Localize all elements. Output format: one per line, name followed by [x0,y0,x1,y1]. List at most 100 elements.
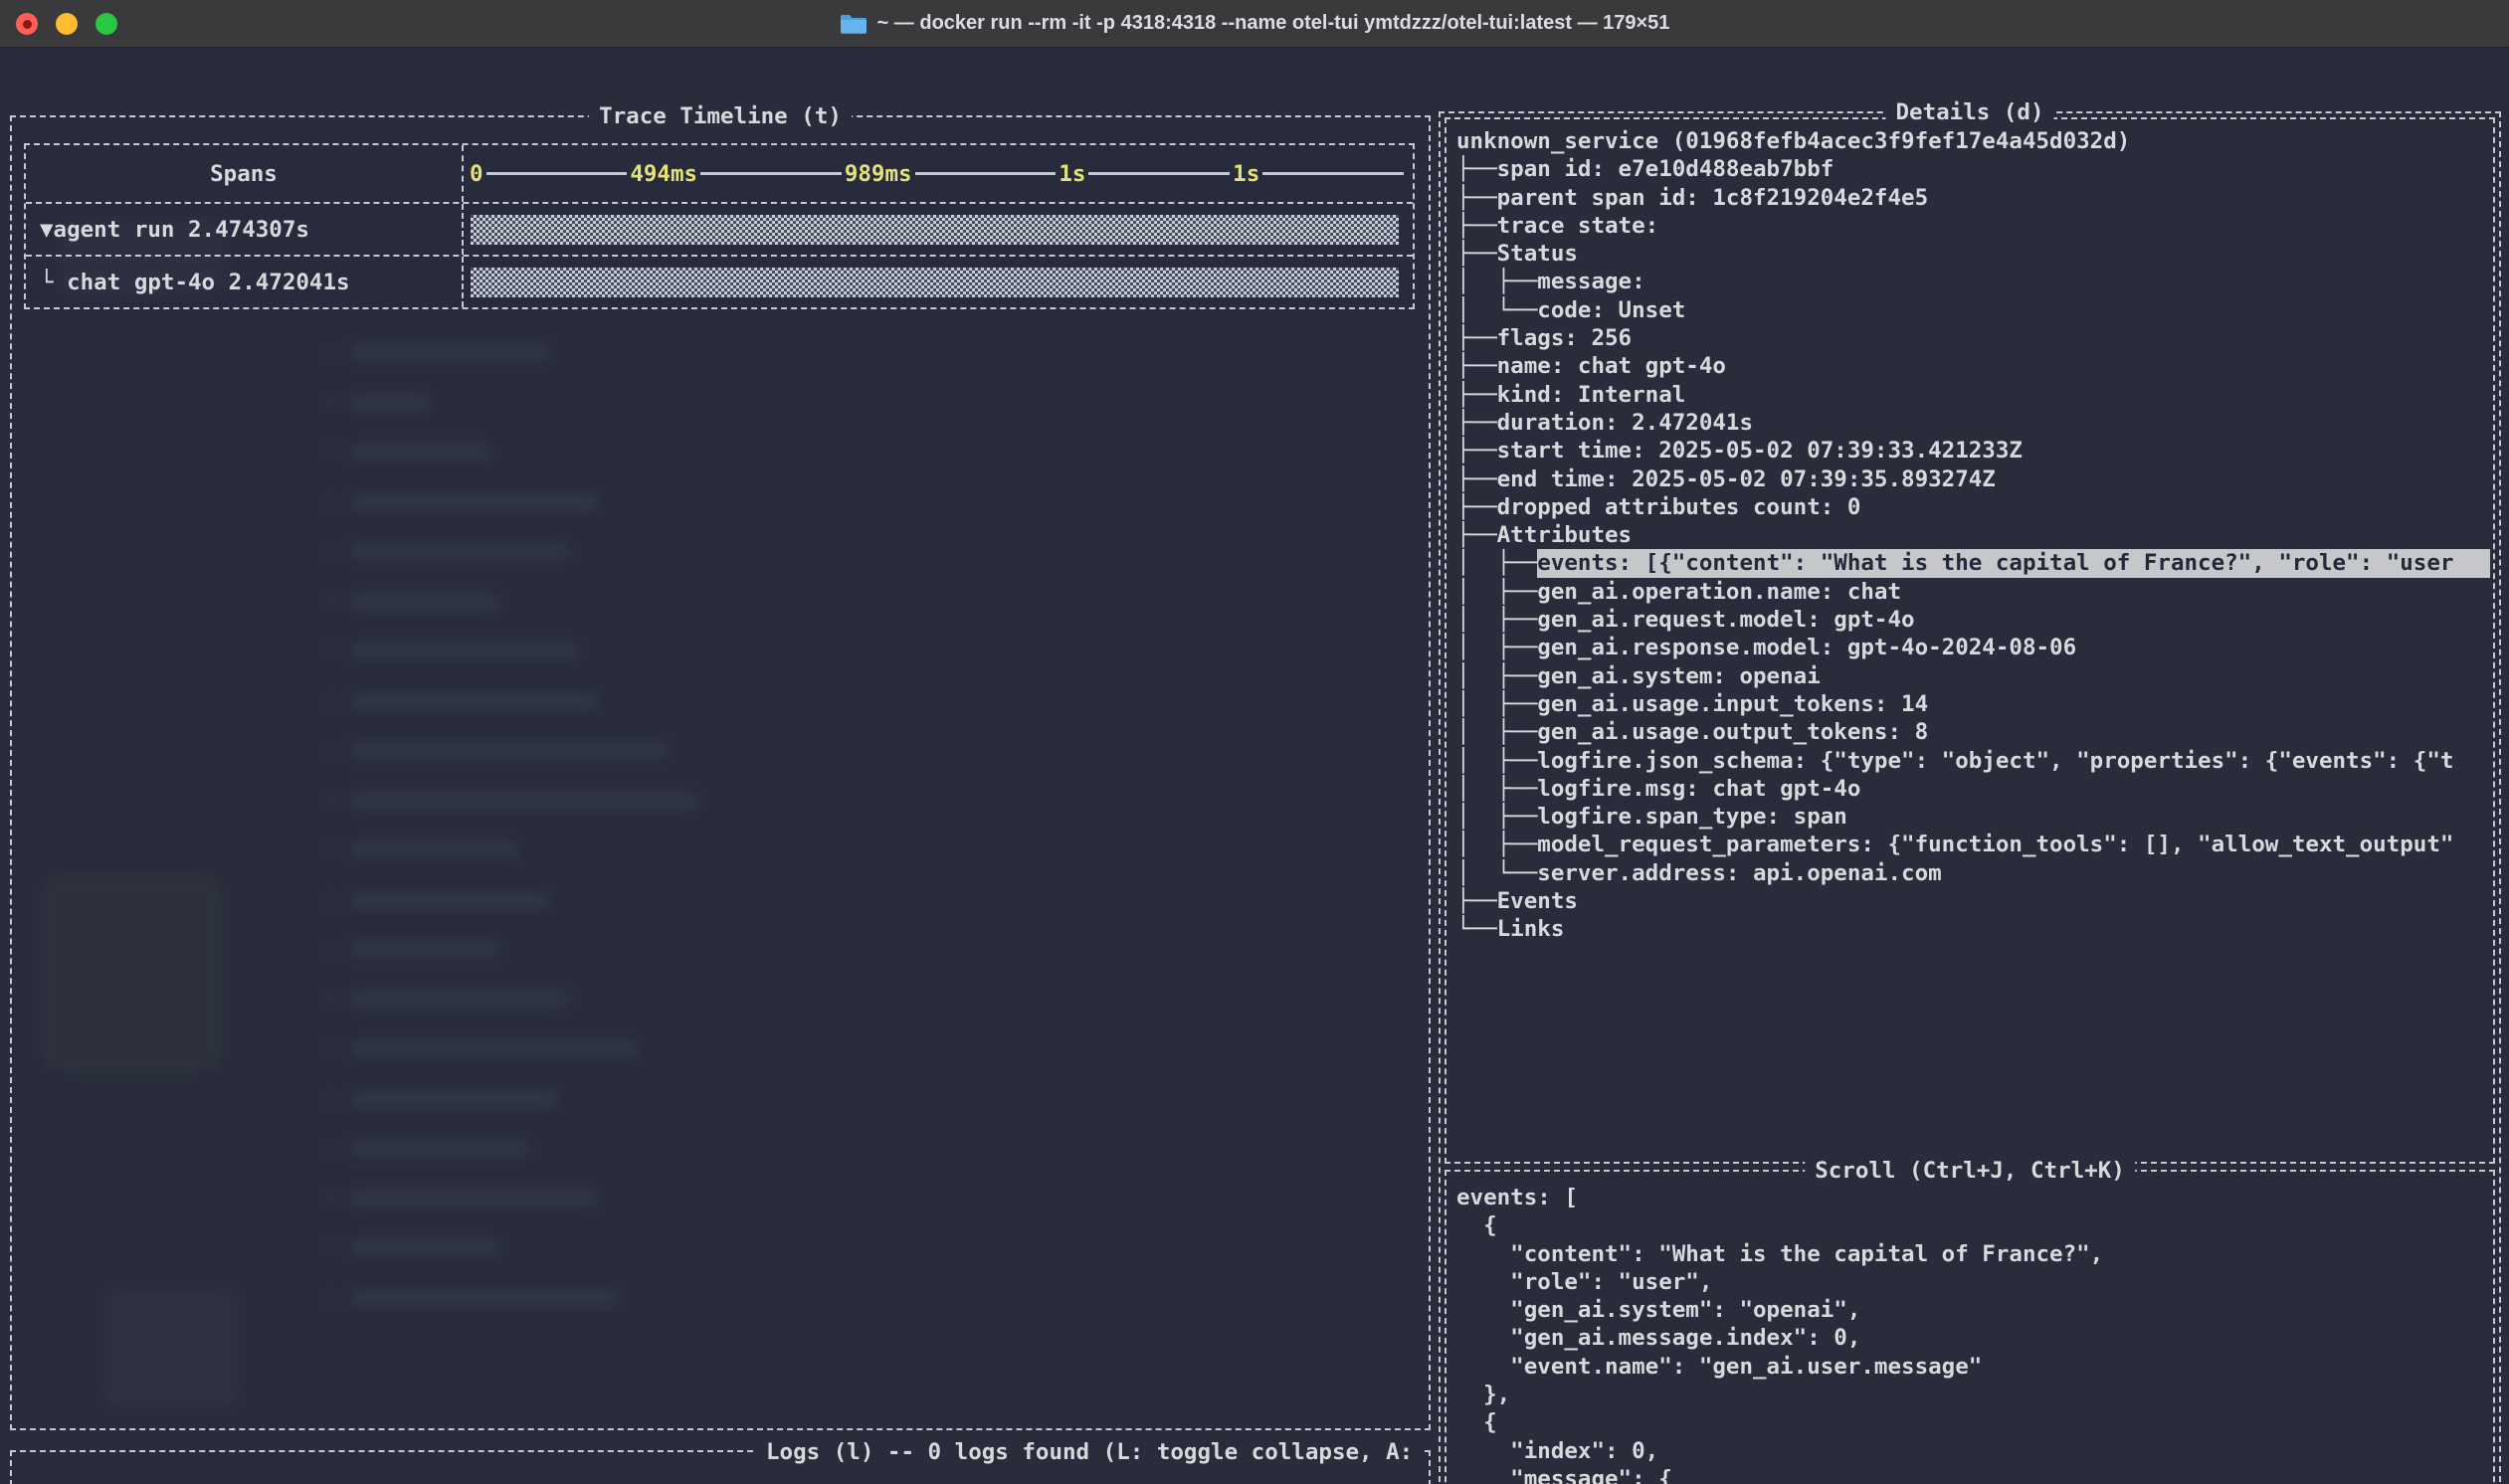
tree-item-text: │ ├──message: [1456,268,1658,295]
scroll-content[interactable]: events: [ { "content": "What is the capi… [1456,1184,2489,1484]
close-dot-icon [23,20,32,29]
tree-item-text: │ ├──gen_ai.usage.output_tokens: 8 [1456,718,1928,746]
tree-item[interactable]: ├──Status [1456,240,2490,268]
json-line: }, [1456,1381,2489,1408]
tree-item[interactable]: │ ├──gen_ai.operation.name: chat [1456,578,2490,606]
tree-item[interactable]: ├──start time: 2025-05-02 07:39:33.42123… [1456,437,2490,464]
tree-item[interactable]: ├──end time: 2025-05-02 07:39:35.893274Z [1456,465,2490,493]
tree-item-text: ├──trace state: [1456,212,1672,240]
timeline-axis: 0494ms989ms1s1s [464,145,1413,202]
tree-item-text: ├──name: chat gpt-4o [1456,352,1726,380]
axis-line [915,172,1057,175]
span-rows: ▼agent run 2.474307s └ chat gpt-4o 2.472… [26,202,1413,307]
tree-item[interactable]: ├──Events [1456,887,2490,915]
tree-item[interactable]: │ ├──logfire.span_type: span [1456,803,2490,831]
tree-item[interactable]: │ ├──model_request_parameters: {"functio… [1456,831,2490,858]
axis-line [700,172,842,175]
json-line: events: [ [1456,1184,2489,1211]
tree-item[interactable]: ├──span id: e7e10d488eab7bbf [1456,155,2490,183]
tree-item-text: └──Links [1456,915,1564,943]
tree-item[interactable]: ├──dropped attributes count: 0 [1456,493,2490,521]
tree-item-text: events: [{"content": "What is the capita… [1537,549,2490,577]
minimize-button[interactable] [56,13,78,35]
spans-table-header: Spans 0494ms989ms1s1s [26,145,1413,202]
tree-item[interactable]: │ ├──logfire.msg: chat gpt-4o [1456,775,2490,803]
tree-item[interactable]: │ ├──gen_ai.usage.input_tokens: 14 [1456,690,2490,718]
tree-item-text: │ ├──gen_ai.usage.input_tokens: 14 [1456,690,1928,718]
tree-item-text: │ └──server.address: api.openai.com [1456,859,1942,887]
tree-item[interactable]: │ ├──message: [1456,268,2490,295]
scroll-panel[interactable]: Scroll (Ctrl+J, Ctrl+K) events: [ { "con… [1445,1170,2495,1484]
tree-item[interactable]: ├──flags: 256 [1456,324,2490,352]
tree-branch-glyph: │ ├── [1456,549,1537,577]
tree-item-text: ├──Events [1456,887,1578,915]
tree-item[interactable]: │ └──server.address: api.openai.com [1456,859,2490,887]
details-title: Details (d) [1885,97,2053,127]
tree-item-text: ├──parent span id: 1c8f219204e2f4e5 [1456,184,1928,212]
trace-timeline-panel: Trace Timeline (t) Spans 0494ms989ms1s1s… [10,115,1431,1430]
span-row[interactable]: └ chat gpt-4o 2.472041s [26,255,1413,307]
tree-item-text: ├──kind: Internal [1456,381,1685,409]
json-line: "gen_ai.message.index": 0, [1456,1324,2489,1352]
tree-item-text: │ ├──gen_ai.response.model: gpt-4o-2024-… [1456,634,2076,661]
spans-table: Spans 0494ms989ms1s1s ▼agent run 2.47430… [24,143,1415,309]
tree-item-text: ├──duration: 2.472041s [1456,409,1753,437]
folder-icon [840,13,868,35]
details-tree: unknown_service (01968fefb4acec3f9fef17e… [1456,127,2490,1158]
span-label[interactable]: └ chat gpt-4o 2.472041s [26,257,464,307]
tree-item-text: │ ├──logfire.span_type: span [1456,803,1847,831]
tree-item[interactable]: │ ├──gen_ai.request.model: gpt-4o [1456,606,2490,634]
tree-item[interactable]: ├──trace state: [1456,212,2490,240]
tree-item-text: unknown_service (01968fefb4acec3f9fef17e… [1456,127,2130,155]
tree-item-text: ├──dropped attributes count: 0 [1456,493,1860,521]
tree-item-text: │ ├──gen_ai.request.model: gpt-4o [1456,606,1915,634]
tree-item-text: │ ├──logfire.msg: chat gpt-4o [1456,775,1860,803]
json-line: "role": "user", [1456,1268,2489,1296]
tree-item-text: │ ├──gen_ai.operation.name: chat [1456,578,1901,606]
axis-line [1262,172,1404,175]
span-duration-bar [471,268,1399,297]
tree-item-text: │ ├──gen_ai.system: openai [1456,662,1821,690]
axis-tick-label: 0 [470,161,483,187]
tree-item[interactable]: ├──parent span id: 1c8f219204e2f4e5 [1456,184,2490,212]
tree-item[interactable]: └──Links [1456,915,2490,943]
tree-item[interactable]: ├──duration: 2.472041s [1456,409,2490,437]
axis-tick-label: 1s [1059,161,1085,187]
details-tree-panel: unknown_service (01968fefb4acec3f9fef17e… [1445,117,2495,1164]
tree-item-text: ├──end time: 2025-05-02 07:39:35.893274Z [1456,465,1996,493]
traffic-lights [16,0,117,48]
tree-item[interactable]: ├──Attributes [1456,521,2490,549]
tree-item-text: ├──flags: 256 [1456,324,1632,352]
span-row[interactable]: ▼agent run 2.474307s [26,202,1413,255]
logs-panel[interactable]: Logs (l) -- 0 logs found (L: toggle coll… [10,1450,1431,1484]
tree-item-text: │ ├──model_request_parameters: {"functio… [1456,831,2453,858]
tree-item[interactable]: │ └──code: Unset [1456,296,2490,324]
json-line: "content": "What is the capital of Franc… [1456,1240,2489,1268]
json-line: "index": 0, [1456,1437,2489,1465]
tree-item[interactable]: │ ├──gen_ai.usage.output_tokens: 8 [1456,718,2490,746]
tree-item[interactable]: │ ├──gen_ai.response.model: gpt-4o-2024-… [1456,634,2490,661]
fullscreen-button[interactable] [96,13,117,35]
axis-line [1088,172,1230,175]
tree-item-text: ├──start time: 2025-05-02 07:39:33.42123… [1456,437,2023,464]
tree-item[interactable]: ├──name: chat gpt-4o [1456,352,2490,380]
terminal-content: Trace Timeline (t) Spans 0494ms989ms1s1s… [0,48,2509,1484]
json-line: "message": { [1456,1465,2489,1484]
tree-item[interactable]: │ ├──logfire.json_schema: {"type": "obje… [1456,747,2490,775]
spans-column-header: Spans [26,145,464,202]
logs-title: Logs (l) -- 0 logs found (L: toggle coll… [756,1437,1423,1467]
axis-tick-label: 494ms [630,161,697,187]
tree-item[interactable]: │ ├──events: [{"content": "What is the c… [1456,549,2490,577]
tree-item[interactable]: ├──kind: Internal [1456,381,2490,409]
close-button[interactable] [16,13,38,35]
span-duration-bar [471,215,1399,245]
tree-item[interactable]: unknown_service (01968fefb4acec3f9fef17e… [1456,127,2490,155]
json-line: { [1456,1211,2489,1239]
json-line: "gen_ai.system": "openai", [1456,1296,2489,1324]
terminal-window: ~ — docker run --rm -it -p 4318:4318 --n… [0,0,2509,1484]
tree-item[interactable]: │ ├──gen_ai.system: openai [1456,662,2490,690]
background-ghosts [12,117,1429,1428]
span-label[interactable]: ▼agent run 2.474307s [26,204,464,255]
details-panel: Details (d) unknown_service (01968fefb4a… [1439,111,2501,1484]
tree-item-text: ├──Attributes [1456,521,1632,549]
